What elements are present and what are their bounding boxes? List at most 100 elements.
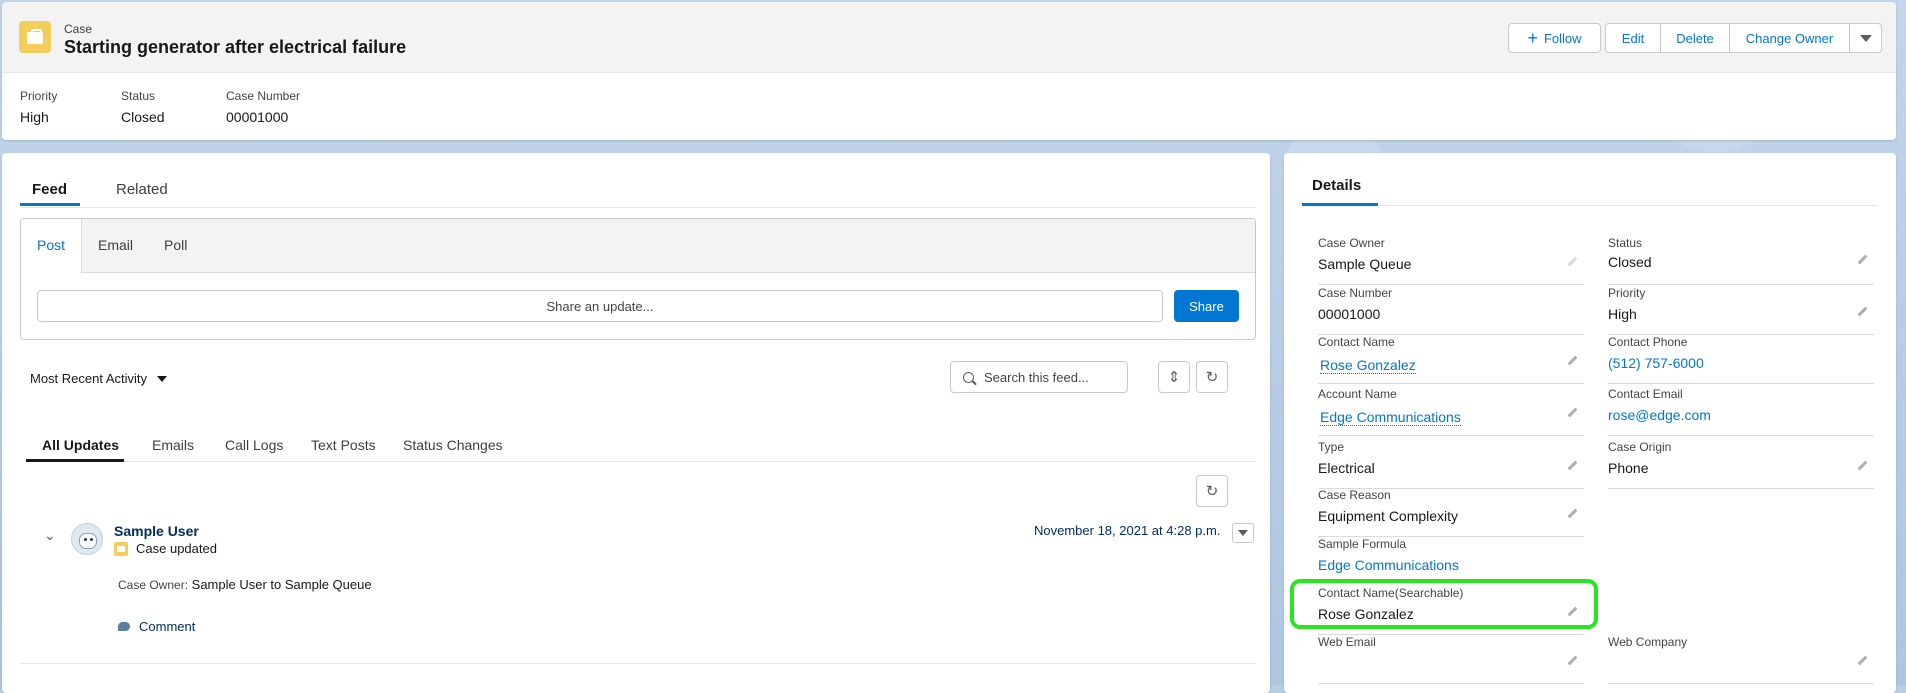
refresh-updates-button[interactable]: ↻ (1196, 475, 1228, 507)
field-label: Account Name (1318, 387, 1397, 401)
publisher-tabs: Post Email Poll (21, 219, 1255, 273)
field-label: Contact Name (1318, 335, 1395, 349)
feed-change-detail: Case Owner: Sample User to Sample Queue (118, 577, 372, 592)
details-tabbar (1302, 205, 1878, 206)
feed-change-label: Case Owner: (118, 578, 189, 592)
feed-timestamp-link[interactable]: November 18, 2021 at 4:28 p.m. (1034, 523, 1220, 538)
filter-tab-call-logs[interactable]: Call Logs (225, 437, 283, 453)
pencil-icon[interactable] (1567, 355, 1578, 366)
field-label: Priority (1608, 286, 1646, 300)
field-value: Rose Gonzalez (1318, 606, 1414, 622)
filter-tab-status-changes[interactable]: Status Changes (403, 437, 503, 453)
field-label: Case Reason (1318, 488, 1391, 502)
follow-button[interactable]: + Follow (1508, 23, 1601, 53)
field-priority: Priority High (1608, 286, 1874, 335)
pencil-icon[interactable] (1567, 460, 1578, 471)
change-owner-icon[interactable] (1567, 256, 1578, 267)
feed-user-link[interactable]: Sample User (114, 523, 199, 539)
field-label: Sample Formula (1318, 537, 1407, 551)
pencil-icon[interactable] (1857, 460, 1868, 471)
field-label: Status (1608, 236, 1643, 250)
field-value: Closed (1608, 254, 1652, 270)
publisher-tab-poll[interactable]: Poll (164, 237, 187, 253)
object-type-label: Case (64, 22, 93, 36)
field-label: Web Email (1318, 635, 1376, 649)
field-label: Web Company (1608, 635, 1688, 649)
highlight-label: Priority (20, 89, 58, 103)
contact-email-link[interactable]: rose@edge.com (1608, 407, 1711, 423)
details-panel: Details Case Owner Sample Queue Status C… (1284, 153, 1896, 693)
publisher: Post Email Poll Share an update... Share (20, 218, 1256, 340)
field-value: Sample Queue (1318, 256, 1412, 272)
field-label: Contact Phone (1608, 335, 1688, 349)
tab-details[interactable]: Details (1312, 177, 1361, 194)
edit-button[interactable]: Edit (1605, 23, 1661, 53)
publisher-tab-post[interactable]: Post (37, 237, 65, 253)
field-label: Case Owner (1318, 236, 1385, 250)
share-update-input[interactable]: Share an update... (37, 290, 1163, 322)
pencil-icon[interactable] (1857, 655, 1868, 666)
comment-icon (118, 622, 130, 631)
highlight-label: Status (121, 89, 156, 103)
field-value: Electrical (1318, 460, 1375, 476)
contact-phone-link[interactable]: (512) 757-6000 (1608, 355, 1704, 371)
contact-name-link[interactable]: Rose Gonzalez (1320, 357, 1416, 374)
feed-change-value: Sample User to Sample Queue (191, 577, 372, 592)
feed-tabset: Feed Related (20, 177, 1256, 208)
field-label: Case Number (1318, 286, 1393, 300)
field-value: High (1608, 306, 1637, 322)
search-feed-input[interactable]: Search this feed... (950, 361, 1128, 393)
pencil-icon[interactable] (1857, 306, 1868, 317)
highlight-value: High (20, 109, 49, 125)
field-case-owner: Case Owner Sample Queue (1318, 236, 1584, 285)
tab-related[interactable]: Related (116, 181, 168, 198)
case-icon (114, 542, 128, 556)
feed-sort-label: Most Recent Activity (30, 371, 148, 386)
field-web-company: Web Company (1608, 635, 1874, 684)
field-contact-email: Contact Email rose@edge.com (1608, 387, 1874, 436)
field-label: Contact Name(Searchable) (1318, 586, 1464, 600)
field-case-reason: Case Reason Equipment Complexity (1318, 488, 1584, 537)
account-name-link[interactable]: Edge Communications (1320, 409, 1461, 426)
pencil-icon[interactable] (1567, 655, 1578, 666)
filter-tab-text-posts[interactable]: Text Posts (311, 437, 376, 453)
share-button[interactable]: Share (1174, 290, 1239, 322)
pencil-icon[interactable] (1567, 606, 1578, 617)
more-actions-button[interactable] (1850, 23, 1882, 53)
change-owner-button[interactable]: Change Owner (1730, 23, 1850, 53)
feed-sort-menu[interactable]: Most Recent Activity (30, 371, 168, 386)
field-value: 00001000 (1318, 306, 1381, 322)
plus-icon: + (1527, 28, 1538, 48)
field-type: Type Electrical (1318, 440, 1584, 489)
publisher-tab-email[interactable]: Email (98, 237, 133, 253)
pencil-icon[interactable] (1857, 254, 1868, 265)
field-contact-phone: Contact Phone (512) 757-6000 (1608, 335, 1874, 384)
chevron-down-icon[interactable]: ⌄ (44, 527, 56, 544)
field-status: Status Closed (1608, 236, 1874, 285)
filter-tab-emails[interactable]: Emails (152, 437, 194, 453)
refresh-icon: ↻ (1205, 369, 1219, 386)
sample-formula-link[interactable]: Edge Communications (1318, 557, 1459, 573)
comment-label: Comment (139, 619, 196, 634)
collapse-feed-button[interactable]: ⇕ (1158, 361, 1190, 393)
active-tab-indicator (1302, 203, 1378, 206)
pencil-icon[interactable] (1567, 407, 1578, 418)
chevron-down-icon (1859, 34, 1872, 42)
field-web-email: Web Email (1318, 635, 1584, 684)
refresh-feed-button[interactable]: ↻ (1196, 361, 1228, 393)
active-tab-indicator (20, 203, 80, 206)
comment-button[interactable]: Comment (118, 619, 195, 634)
field-case-origin: Case Origin Phone (1608, 440, 1874, 489)
active-filter-indicator (26, 459, 124, 462)
highlight-value: Closed (121, 109, 165, 125)
tab-feed[interactable]: Feed (32, 181, 67, 198)
filter-tab-all-updates[interactable]: All Updates (42, 437, 119, 453)
follow-button-label: Follow (1543, 30, 1582, 46)
delete-button[interactable]: Delete (1661, 23, 1730, 53)
chevron-down-icon (1238, 530, 1248, 536)
case-icon (19, 21, 51, 53)
feed-action-text: Case updated (136, 541, 217, 556)
avatar[interactable] (71, 523, 103, 555)
feed-item-menu-button[interactable] (1232, 523, 1254, 543)
pencil-icon[interactable] (1567, 508, 1578, 519)
